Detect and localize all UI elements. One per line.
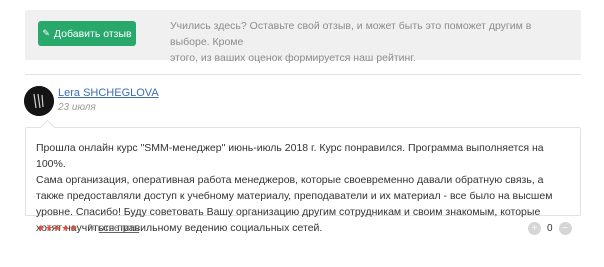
star-icon: ★ (61, 223, 70, 233)
hint-line-2: этого, из ваших оценок формируется наш р… (170, 52, 416, 64)
review-line-3: также предоставляли доступ к учебному ма… (36, 190, 553, 202)
add-review-hint: Учились здесь? Оставьте свой отзыв, и мо… (170, 18, 570, 66)
add-review-button-label: Добавить отзыв (53, 27, 132, 40)
add-review-button[interactable]: ✎ Добавить отзыв (38, 21, 136, 46)
comment-icon: ✎ (42, 28, 50, 38)
divider (25, 74, 581, 75)
star-icon: ★ (53, 223, 62, 233)
user-avatar[interactable] (24, 86, 54, 116)
pencil-icon: ✎ (87, 222, 96, 234)
downvote-button[interactable]: − (558, 221, 572, 235)
review-date: 23 июля (58, 102, 96, 113)
hint-line-1: Учились здесь? Оставьте свой отзыв, и мо… (170, 20, 532, 48)
avatar-image (24, 86, 54, 116)
vote-count: 0 (547, 222, 553, 234)
star-icon: ★ (37, 223, 46, 233)
review-line-2: Сама организация, оперативная работа мен… (36, 174, 544, 186)
star-icon: ★ (69, 223, 78, 233)
vote-controls: + 0 − (528, 221, 572, 235)
author-name-link[interactable]: Lera SHCHEGLOVA (58, 87, 159, 99)
upvote-button[interactable]: + (528, 221, 541, 235)
add-review-panel: ✎ Добавить отзыв Учились здесь? Оставьте… (25, 10, 581, 64)
star-icon: ★ (45, 223, 54, 233)
rating-stars: ★ ★ ★ ★ ★ (37, 223, 77, 233)
review-line-4: уровне. Спасибо! Буду советовать Вашу ор… (36, 206, 541, 218)
review-card: Прошла онлайн курс "SMM-менеджер" июнь-и… (25, 127, 581, 234)
review-line-1: Прошла онлайн курс "SMM-менеджер" июнь-и… (36, 142, 544, 170)
reply-label: ответить (98, 222, 140, 234)
reply-link[interactable]: ✎ ответить (87, 223, 139, 234)
review-footer: ★ ★ ★ ★ ★ ✎ ответить (37, 221, 139, 235)
